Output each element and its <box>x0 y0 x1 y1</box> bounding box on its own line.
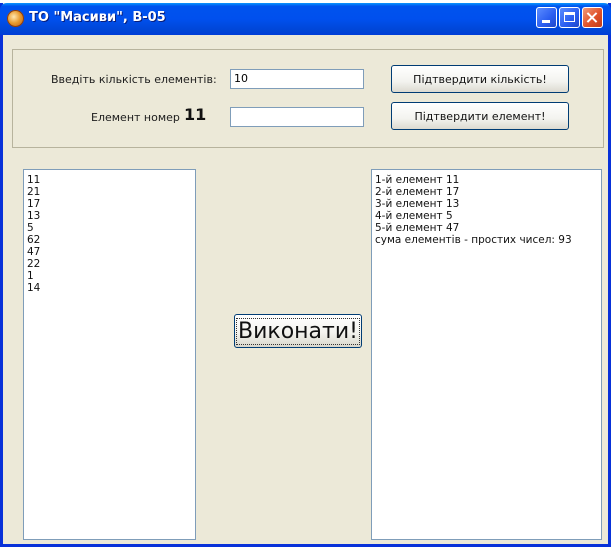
element-number: 11 <box>184 105 207 124</box>
list-item[interactable]: 11 <box>27 174 192 186</box>
count-input[interactable]: 10 <box>230 69 364 89</box>
list-item[interactable]: 17 <box>27 198 192 210</box>
minimize-button[interactable] <box>536 7 557 28</box>
list-item[interactable]: сума елементів - простих чисел: 93 <box>375 234 598 246</box>
input-group-panel: Введіть кількість елементів: 10 Підтверд… <box>12 49 604 148</box>
element-input[interactable] <box>230 107 364 127</box>
title-bar[interactable]: ТО "Масиви", В-05 <box>0 3 611 35</box>
list-item[interactable]: 4-й елемент 5 <box>375 210 598 222</box>
input-numbers-list[interactable]: 11 21 17 13 5 62 47 22 1 14 <box>23 169 196 540</box>
list-item[interactable]: 1 <box>27 270 192 282</box>
app-window: ТО "Масиви", В-05 Введіть кількість елем… <box>0 3 611 547</box>
results-list[interactable]: 1-й елемент 11 2-й елемент 17 3-й елемен… <box>371 169 602 540</box>
list-item[interactable]: 21 <box>27 186 192 198</box>
list-item[interactable]: 3-й елемент 13 <box>375 198 598 210</box>
app-icon[interactable] <box>7 10 24 27</box>
list-item[interactable]: 1-й елемент 11 <box>375 174 598 186</box>
list-item[interactable]: 22 <box>27 258 192 270</box>
close-icon <box>583 8 602 27</box>
list-item[interactable]: 5-й елемент 47 <box>375 222 598 234</box>
list-item[interactable]: 2-й елемент 17 <box>375 186 598 198</box>
confirm-count-button[interactable]: Підтвердити кількість! <box>391 65 569 93</box>
list-item[interactable]: 62 <box>27 234 192 246</box>
maximize-icon <box>564 12 575 22</box>
count-label: Введіть кількість елементів: <box>51 73 217 86</box>
list-item[interactable]: 47 <box>27 246 192 258</box>
list-item[interactable]: 14 <box>27 282 192 294</box>
window-title: ТО "Масиви", В-05 <box>29 10 166 25</box>
list-item[interactable]: 13 <box>27 210 192 222</box>
element-label: Елемент номер <box>91 111 180 124</box>
run-button[interactable]: Виконати! <box>234 314 362 348</box>
maximize-button[interactable] <box>559 7 580 28</box>
close-button[interactable] <box>582 7 603 28</box>
list-item[interactable]: 5 <box>27 222 192 234</box>
confirm-element-button[interactable]: Підтвердити елемент! <box>391 102 569 130</box>
run-button-label: Виконати! <box>236 317 360 345</box>
minimize-icon <box>542 20 550 23</box>
